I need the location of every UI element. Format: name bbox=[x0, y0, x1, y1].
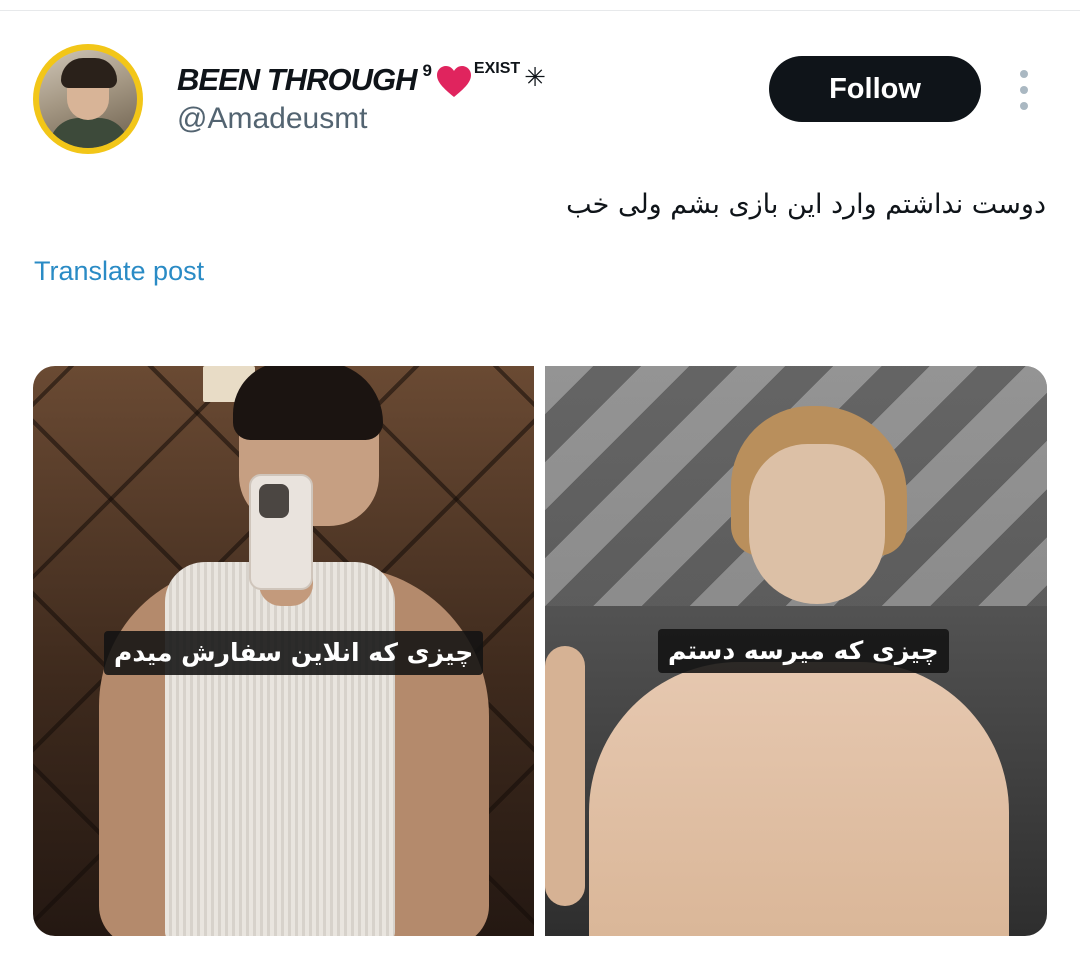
follow-button[interactable]: Follow bbox=[769, 56, 981, 122]
meme-caption-right: چیزی که میرسه دستم bbox=[658, 629, 949, 673]
exist-tag: EXIST bbox=[473, 60, 521, 77]
author-name-superscript: 9 bbox=[422, 61, 432, 80]
author-handle[interactable]: @Amadeusmt bbox=[177, 102, 368, 136]
heart-icon bbox=[436, 66, 471, 97]
translate-post-link[interactable]: Translate post bbox=[34, 256, 204, 287]
meme-caption-left: چیزی که انلاین سفارش میدم bbox=[104, 631, 484, 675]
media-image-right[interactable]: چیزی که میرسه دستم bbox=[545, 366, 1047, 936]
media-grid: چیزی که انلاین سفارش میدم چیزی که میرسه … bbox=[33, 366, 1047, 936]
avatar-icon bbox=[39, 50, 137, 148]
media-image-left[interactable]: چیزی که انلاین سفارش میدم bbox=[33, 366, 534, 936]
author-name-row[interactable]: BEEN THROUGH 9 EXIST ✳ bbox=[177, 58, 546, 102]
more-vertical-icon[interactable] bbox=[1016, 70, 1032, 110]
author-display-name[interactable]: BEEN THROUGH bbox=[177, 62, 417, 98]
post-text: دوست نداشتم وارد این بازی بشم ولی خب bbox=[566, 189, 1046, 220]
top-divider bbox=[0, 10, 1080, 11]
author-avatar[interactable] bbox=[33, 44, 143, 154]
asterisk-star-icon: ✳ bbox=[524, 63, 546, 93]
